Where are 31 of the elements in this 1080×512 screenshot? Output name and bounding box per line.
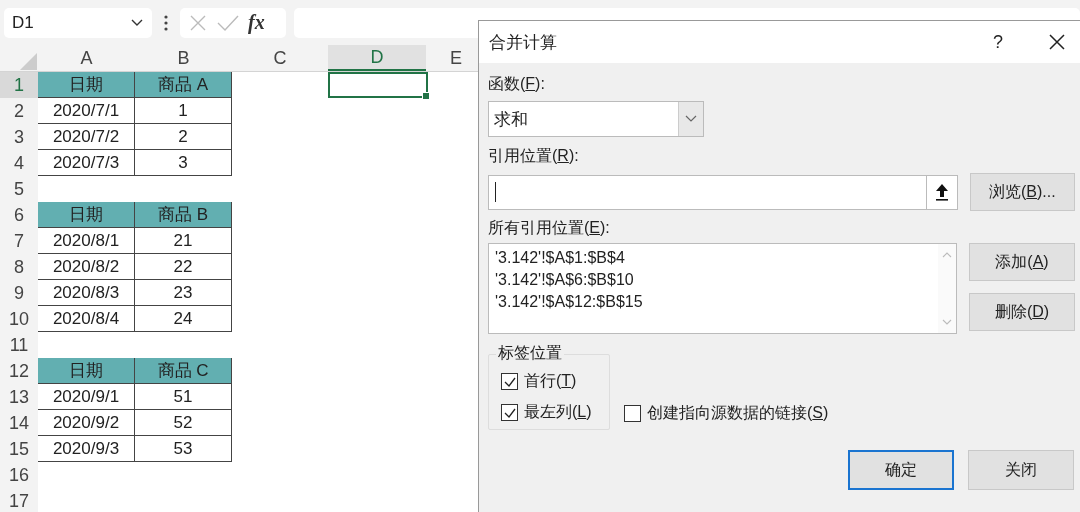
table-cell: 3 xyxy=(135,150,232,176)
table-cell: 22 xyxy=(135,254,232,280)
table-cell: 2020/7/2 xyxy=(38,124,135,150)
header-cell: 商品 B xyxy=(135,202,232,228)
group-legend: 标签位置 xyxy=(496,343,564,364)
all-references-label: 所有引用位置(E): xyxy=(488,218,611,238)
header-cell: 日期 xyxy=(38,202,135,228)
header-cell: 商品 A xyxy=(135,72,232,98)
table-cell: 1 xyxy=(135,98,232,124)
table-cell: 2020/8/1 xyxy=(38,228,135,254)
table-cell: 51 xyxy=(135,384,232,410)
header-cell: 日期 xyxy=(38,358,135,384)
header-cell: 日期 xyxy=(38,72,135,98)
table-cell: 2020/8/3 xyxy=(38,280,135,306)
table-cell: 23 xyxy=(135,280,232,306)
table-cell: 2020/8/4 xyxy=(38,306,135,332)
table-cell: 2 xyxy=(135,124,232,150)
table-cell: 52 xyxy=(135,410,232,436)
table-cell: 2020/9/2 xyxy=(38,410,135,436)
table-cell: 2020/7/1 xyxy=(38,98,135,124)
table-cell: 53 xyxy=(135,436,232,462)
header-cell: 商品 C xyxy=(135,358,232,384)
dialog-title: 合并计算 xyxy=(489,31,558,54)
table-cell: 2020/9/3 xyxy=(38,436,135,462)
table-cell: 21 xyxy=(135,228,232,254)
reference-label: 引用位置(R): xyxy=(488,146,580,166)
table-cell: 2020/9/1 xyxy=(38,384,135,410)
table-cell: 2020/7/3 xyxy=(38,150,135,176)
table-cell: 24 xyxy=(135,306,232,332)
function-label: 函数(F): xyxy=(488,74,546,94)
table-cell: 2020/8/2 xyxy=(38,254,135,280)
